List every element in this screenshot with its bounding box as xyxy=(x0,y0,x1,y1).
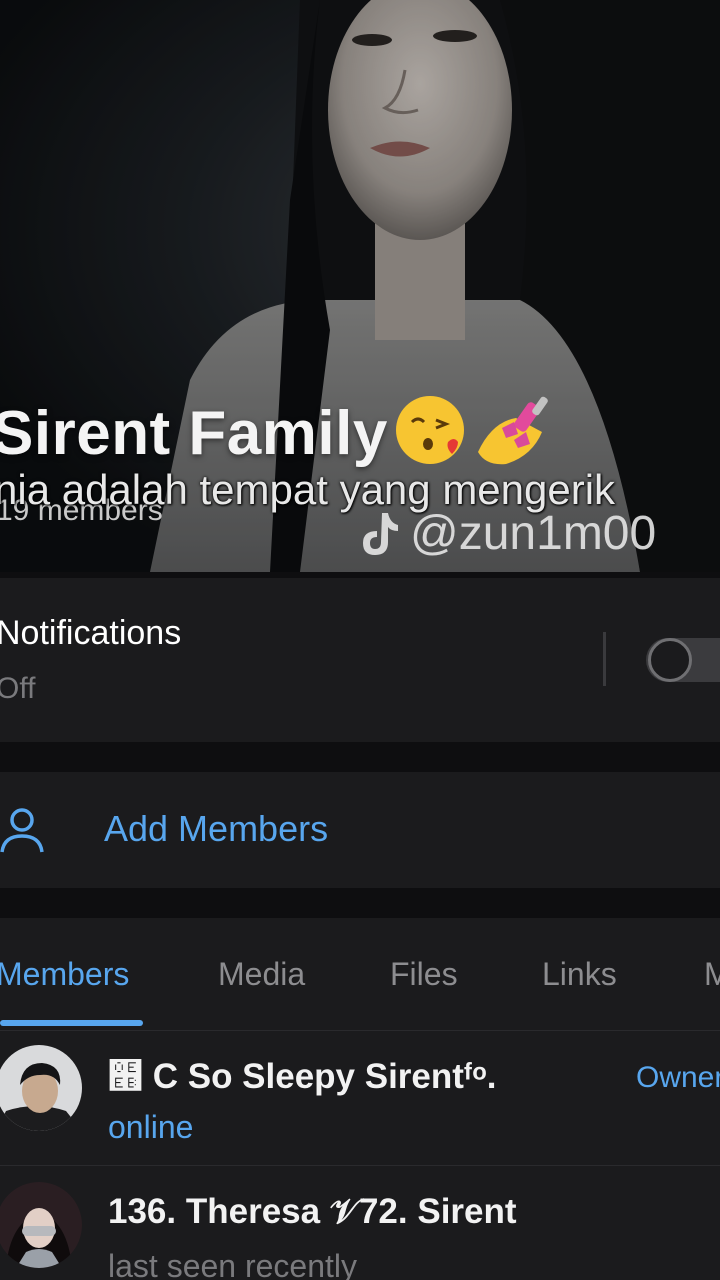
group-header: Sirent Family 19 members nia adalah temp… xyxy=(0,0,720,572)
notifications-divider xyxy=(603,632,606,686)
group-title-text: Sirent Family xyxy=(0,398,388,468)
member-name: 136. Theresa 𝒱72. Sirent xyxy=(108,1192,517,1231)
watermark-handle: @zun1m00 xyxy=(410,507,657,560)
avatar xyxy=(0,1045,82,1131)
notifications-row[interactable]: Notifications Off xyxy=(0,578,720,742)
tab-links[interactable]: Links xyxy=(542,956,617,993)
tiktok-logo-icon xyxy=(363,512,398,555)
member-name: ໫ C So Sleepy Sirentᶠᵒ. xyxy=(108,1057,497,1096)
active-tab-indicator xyxy=(0,1020,143,1026)
add-members-row[interactable]: Add Members xyxy=(0,772,720,888)
add-user-icon xyxy=(0,808,44,853)
add-members-button[interactable]: Add Members xyxy=(104,808,328,850)
member-row[interactable]: ໫ C So Sleepy Sirentᶠᵒ. online Owner xyxy=(0,1031,720,1165)
notifications-label: Notifications xyxy=(0,614,182,652)
members-list: ໫ C So Sleepy Sirentᶠᵒ. online Owner 136… xyxy=(0,1031,720,1280)
tiktok-watermark: @zun1m00 xyxy=(360,506,656,561)
member-role-badge: Owner xyxy=(636,1061,720,1094)
tab-members[interactable]: Members xyxy=(0,956,129,993)
tab-more[interactable]: M xyxy=(704,956,720,993)
member-row[interactable]: 136. Theresa 𝒱72. Sirent last seen recen… xyxy=(0,1165,720,1280)
avatar xyxy=(0,1182,82,1268)
notifications-toggle[interactable] xyxy=(646,638,720,682)
toggle-knob xyxy=(648,638,692,682)
member-status: last seen recently xyxy=(108,1248,358,1280)
media-tabs: Members Media Files Links M xyxy=(0,918,720,1031)
tab-files[interactable]: Files xyxy=(390,956,458,993)
notifications-value: Off xyxy=(0,672,36,705)
group-info-screen: Sirent Family 19 members nia adalah temp… xyxy=(0,0,720,1280)
tab-media[interactable]: Media xyxy=(218,956,305,993)
member-status: online xyxy=(108,1109,194,1145)
